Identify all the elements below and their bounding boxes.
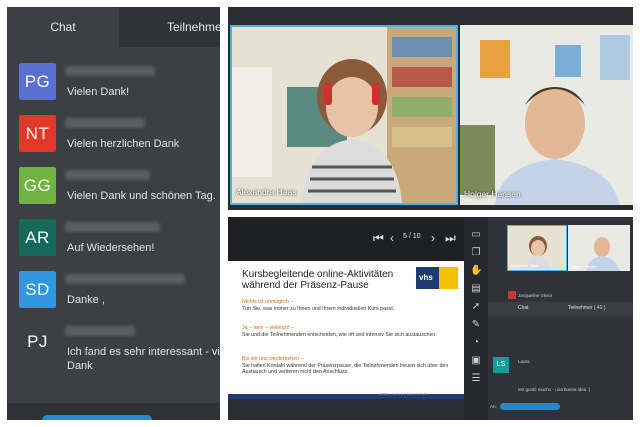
message-text-line2: Dank [67,360,93,372]
hand-icon[interactable]: ✋ [470,265,482,277]
chat-message: PG Vielen Dank! [7,63,220,113]
conference-side-pane: Alexandra Haas Holger Hansen Jacqueline … [488,217,633,420]
slide-footer-text: Lernen, was ich können will [378,391,427,396]
message-text: Vielen Dank und schönen Tag. [67,190,216,202]
participant-name: Holger Hansen [464,189,521,199]
sender-name-blurred [65,66,155,76]
bullet-body: Tun Sie, was immer zu Ihnen und Ihrem in… [242,305,395,312]
lock-icon[interactable]: ▣ [470,355,482,367]
next-page-icon[interactable]: › [431,231,435,245]
avatar: PJ [19,323,56,360]
chat-message: PJ Ich fand es sehr interessant - vielen… [7,323,220,393]
participant-name: Alexandra Haas [510,263,539,268]
last-page-icon[interactable]: ⏭ [445,231,456,246]
avatar: NT [19,115,56,152]
slide-footer-bar [228,394,464,399]
chat-message: NT Vielen herzlichen Dank [7,115,220,165]
mini-video-tile[interactable]: Holger Hansen [568,225,630,271]
side-pane-tabs: Chat Teilnehmer ( 41 ) [488,302,633,316]
bullet-body: Sie und die Teilnehmenden entscheiden, w… [242,331,437,338]
document-icon[interactable]: ▤ [470,283,482,295]
first-page-icon[interactable]: ⏮ [373,231,384,246]
chat-input[interactable] [42,415,152,420]
tool-sidebar: ▭ ❐ ✋ ▤ ➚ ✎ ◔ ▣ ☰ [464,217,488,420]
slide-title: Kursbegleitende online-Aktivitäten währe… [242,269,394,291]
bullet-body: Sie halten Kontakt während der Präsenzpa… [242,362,449,376]
avatar: LS [493,357,509,373]
tab-chat[interactable]: Chat [518,305,529,311]
participant-video [460,25,633,205]
sender-name-blurred [65,222,160,232]
participant-video [232,27,456,203]
video-conference-view: Alexandra Haas Holger Hansen [228,7,633,210]
folder-icon[interactable]: ▭ [470,229,482,241]
participant-name: Holger Hansen [570,264,597,269]
recipient-select[interactable] [500,403,560,410]
tab-participants[interactable]: Teilnehmer ( 41 ) [568,305,606,311]
message-text: Mir gustó mucho - una buena idea :) [518,387,591,392]
sender-name-blurred [65,326,135,336]
presenter-avatar [508,291,516,299]
presenter-label: Jacqueline Skvor [518,293,553,298]
message-text: Vielen Dank! [67,86,130,98]
copy-icon[interactable]: ❐ [470,247,482,259]
layers-icon[interactable]: ☰ [470,373,482,385]
chart-icon[interactable]: ◔ [470,337,482,349]
message-text: Ich fand es sehr interessant - vielen [67,346,220,358]
mini-video-tile[interactable]: Alexandra Haas [507,225,567,271]
presentation-view: ⏮ ‹ 5 / 10 › ⏭ Kursbegleitende online-Ak… [228,217,633,420]
chat-tab-bar: Chat Teilnehmer [7,7,220,47]
avatar: PG [19,63,56,100]
message-sender: Laura [518,359,530,364]
page-counter: 5 / 10 [403,233,421,240]
pointer-icon[interactable]: ➚ [470,301,482,313]
sender-name-blurred [65,274,185,284]
chat-panel: Chat Teilnehmer PG Vielen Dank! NT Viele… [7,7,220,420]
vhs-logo-accent [439,267,458,289]
video-tile[interactable]: Holger Hansen [460,25,633,205]
message-text: Danke , [67,294,105,306]
avatar: SD [19,271,56,308]
tab-chat[interactable]: Chat [7,7,119,47]
chat-message: GG Vielen Dank und schönen Tag. [7,167,220,217]
slide-bullet: Bis wir uns wiedersehen – Sie halten Kon… [242,356,454,376]
slide-bullet: Nichts ist unmöglich – Tun Sie, was imme… [242,299,454,312]
prev-page-icon[interactable]: ‹ [390,231,394,245]
participant-name: Alexandra Haas [236,187,297,197]
chat-message: SD Danke , [7,271,220,321]
avatar: GG [19,167,56,204]
tab-participants[interactable]: Teilnehmer [119,7,220,47]
recipient-label: An: [490,404,497,409]
presentation-slide: Kursbegleitende online-Aktivitäten währe… [228,261,464,399]
video-top-bar [228,7,633,25]
chat-message: AR Auf Wiedersehen! [7,219,220,269]
presentation-toolbar: ⏮ ‹ 5 / 10 › ⏭ [228,217,464,261]
video-tile[interactable]: Alexandra Haas [230,25,458,205]
edit-icon[interactable]: ✎ [470,319,482,331]
sender-name-blurred [65,170,150,180]
message-text: Vielen herzlichen Dank [67,138,180,150]
message-text: Auf Wiedersehen! [67,242,155,254]
avatar: AR [19,219,56,256]
vhs-logo-text: vhs [419,273,433,282]
slide-bullet: Ja – nein – vielleicht – Sie und die Tei… [242,325,454,338]
sender-name-blurred [65,118,145,128]
